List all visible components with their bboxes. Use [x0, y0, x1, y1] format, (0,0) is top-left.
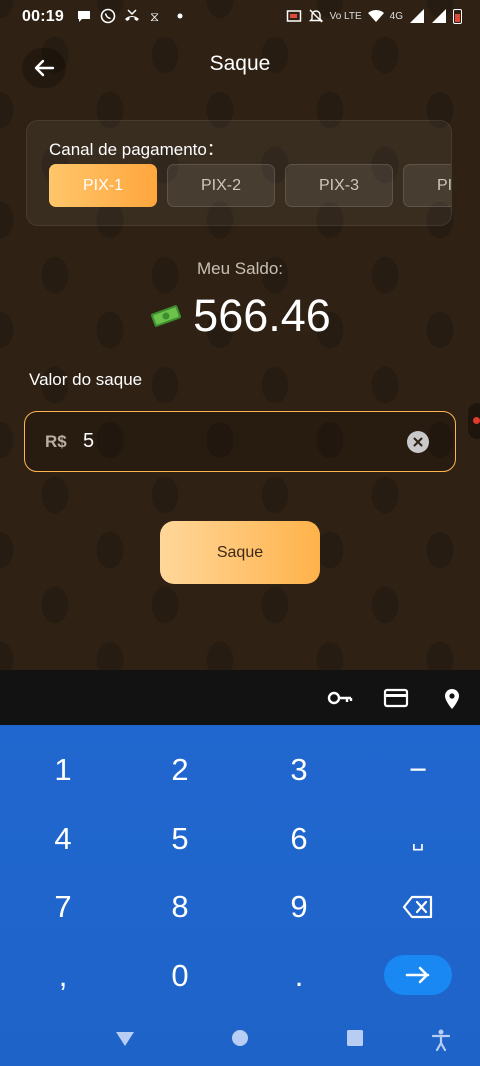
- key-backspace[interactable]: [358, 873, 478, 941]
- missed-call-icon: [125, 9, 139, 21]
- enter-key[interactable]: [384, 955, 452, 995]
- cast-icon: [286, 10, 301, 22]
- key-6[interactable]: 6: [239, 805, 359, 873]
- accessibility-icon[interactable]: [431, 1029, 451, 1051]
- channel-option-pix-2[interactable]: PIX-2: [167, 164, 275, 207]
- nav-home-icon[interactable]: [231, 1029, 249, 1047]
- floating-side-handle[interactable]: [468, 403, 480, 439]
- key-2[interactable]: 2: [120, 736, 240, 804]
- mute-icon: [308, 9, 323, 23]
- arrow-right-icon: [405, 966, 430, 984]
- channel-option-pix-4[interactable]: PIX-4: [403, 164, 451, 207]
- payment-channel-card: Canal de pagamento： PIX-1 PIX-2 PIX-3 PI…: [26, 120, 452, 226]
- backspace-icon: [402, 895, 433, 919]
- channel-option-pix-3[interactable]: PIX-3: [285, 164, 393, 207]
- location-pin-icon[interactable]: [439, 686, 465, 710]
- whatsapp-icon: [100, 8, 116, 24]
- balance-value: 566.46: [193, 290, 331, 341]
- key-5[interactable]: 5: [120, 805, 240, 873]
- currency-symbol: R$: [45, 432, 67, 451]
- key-7[interactable]: 7: [3, 873, 123, 941]
- nav-recents-icon[interactable]: [346, 1029, 364, 1047]
- key-8[interactable]: 8: [120, 873, 240, 941]
- key-9[interactable]: 9: [239, 873, 359, 941]
- svg-text:⧖: ⧖: [150, 10, 159, 24]
- close-icon: [413, 437, 423, 447]
- payment-channel-options: PIX-1 PIX-2 PIX-3 PIX-4: [49, 164, 451, 207]
- withdraw-amount-label: Valor do saque: [29, 370, 143, 389]
- balance-row: 566.46: [0, 290, 480, 342]
- network-type: 4G: [389, 10, 403, 22]
- payment-channel-label: Canal de pagamento：: [49, 140, 224, 159]
- status-time: 00:19: [22, 8, 64, 25]
- key-comma[interactable]: ,: [3, 942, 123, 1010]
- clear-input-button[interactable]: [407, 431, 429, 453]
- status-bar: 00:19 ⧖ Vo LTE 4G: [0, 0, 480, 34]
- key-icon[interactable]: [327, 686, 353, 710]
- key-space[interactable]: ␣: [358, 805, 478, 873]
- keyboard-autofill-bar: [0, 670, 480, 725]
- key-0[interactable]: 0: [120, 942, 240, 1010]
- numeric-keyboard: 1 2 3 − 4 5 6 ␣ 7 8 9 , 0 .: [0, 725, 480, 1066]
- withdraw-submit-button[interactable]: Saque: [160, 521, 320, 584]
- chat-icon: [78, 11, 90, 22]
- system-status-icons: Vo LTE 4G: [286, 8, 462, 24]
- amount-value[interactable]: 5: [83, 430, 94, 453]
- key-minus[interactable]: −: [358, 736, 478, 804]
- withdraw-amount-input[interactable]: R$ 5: [24, 411, 456, 472]
- app-screen: 00:19 ⧖ Vo LTE 4G Saque Canal de pagamen…: [0, 0, 480, 670]
- channel-option-pix-1[interactable]: PIX-1: [49, 164, 157, 207]
- credit-card-icon[interactable]: [383, 686, 409, 710]
- key-1[interactable]: 1: [3, 736, 123, 804]
- battery-icon: [453, 8, 462, 24]
- volte-indicator: Vo LTE: [329, 10, 362, 22]
- nav-back-icon[interactable]: [114, 1029, 136, 1049]
- cash-icon: [151, 305, 182, 327]
- page-header: Saque: [0, 40, 480, 92]
- wifi-icon: [367, 9, 384, 22]
- balance-label: Meu Saldo:: [197, 259, 283, 278]
- key-3[interactable]: 3: [239, 736, 359, 804]
- signal-icon: [410, 9, 424, 23]
- notification-icons: ⧖: [76, 8, 188, 24]
- signal-icon-2: [432, 9, 446, 23]
- app-notification-icon: ⧖: [150, 10, 159, 24]
- more-dot-icon: [177, 13, 183, 19]
- page-title: Saque: [209, 52, 271, 75]
- key-4[interactable]: 4: [3, 805, 123, 873]
- key-period[interactable]: .: [239, 942, 359, 1010]
